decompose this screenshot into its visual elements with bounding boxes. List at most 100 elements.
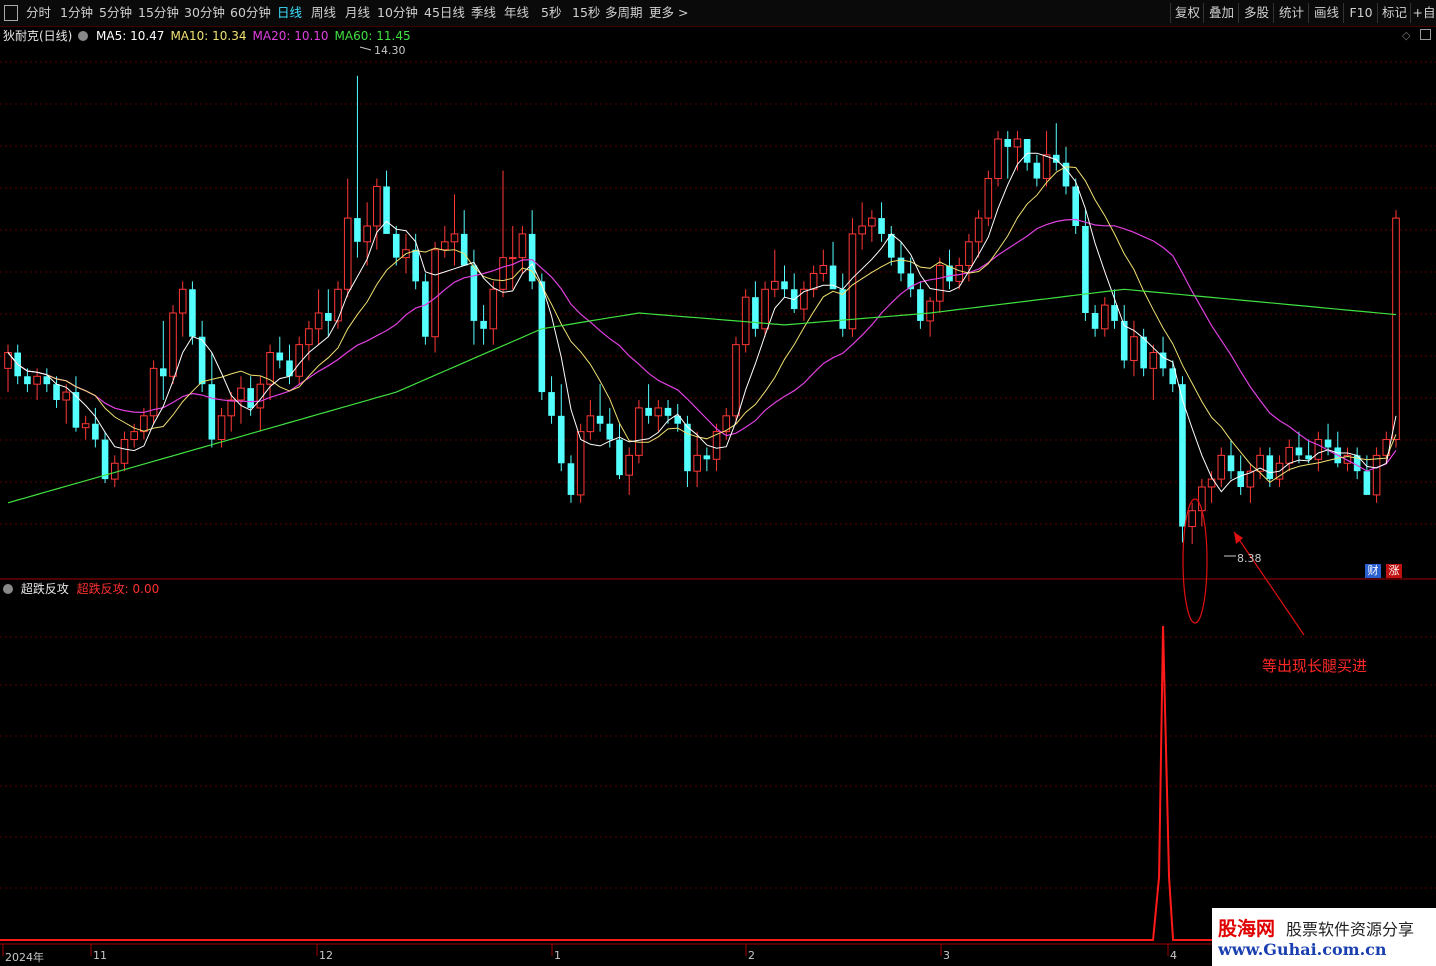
candle-body-up (770, 280, 779, 290)
candle-body-down (354, 218, 361, 242)
candle-body-down (616, 439, 623, 476)
toolbar-button-2[interactable]: 多股 (1238, 3, 1274, 23)
ma-legend-item-0: MA5: 10.47 (96, 29, 165, 43)
candle-body-up (800, 288, 808, 310)
candle-body-up (508, 257, 517, 260)
candle-body-down (247, 388, 254, 408)
diamond-icon[interactable]: ◇ (1402, 29, 1410, 42)
candle-body-down (1140, 336, 1147, 369)
ma-legend-item-3: MA60: 11.45 (334, 29, 411, 43)
candle-body-down (189, 289, 196, 337)
toolbar-button-4[interactable]: 画线 (1308, 3, 1344, 23)
sub-settings-circle-icon[interactable] (3, 584, 13, 594)
candle-body-down (596, 415, 604, 424)
candle-body-up (936, 265, 944, 302)
candle-body-up (1217, 454, 1226, 480)
tab-period-1[interactable]: 1分钟 (60, 4, 93, 22)
candle-body-up (178, 288, 187, 314)
candle-body-up (62, 391, 71, 401)
period-toolbar: 分时 1分钟 5分钟 15分钟 30分钟 60分钟 日线 周线 月线 10分钟 45日线 季线 年线 5秒… (0, 0, 1436, 27)
finance-badge[interactable]: 财 (1365, 564, 1381, 578)
candle-body-up (130, 431, 138, 441)
candle-body-up (227, 399, 236, 417)
tab-period-3[interactable]: 15分钟 (138, 4, 179, 22)
toolbar-button-1[interactable]: 叠加 (1203, 3, 1239, 23)
candle-body-up (809, 272, 818, 290)
tab-period-12[interactable]: 年线 (504, 4, 529, 22)
candle-body-down (208, 384, 216, 440)
expand-icon[interactable] (1420, 29, 1431, 40)
toolbar-button-6[interactable]: 标记 (1377, 3, 1411, 23)
tab-period-16[interactable]: 更多 > (649, 4, 688, 22)
candle-body-up (33, 375, 41, 385)
candle-body-up (868, 217, 876, 227)
low-price-label: 8.38 (1237, 552, 1262, 565)
tab-period-8[interactable]: 月线 (345, 4, 370, 22)
candle-body-up (499, 257, 507, 290)
candle-body-down (383, 186, 390, 234)
candle-body-up (140, 415, 148, 433)
x-axis-label-3: 1 (554, 949, 561, 962)
indicator-line (0, 625, 1436, 941)
tab-period-11[interactable]: 季线 (471, 4, 496, 22)
candle-body-up (1149, 352, 1158, 369)
candle-body-down (24, 376, 31, 385)
indicator-name[interactable]: 超跌反攻 (21, 582, 69, 596)
tab-period-14[interactable]: 15秒 (572, 4, 600, 22)
tab-period-5[interactable]: 60分钟 (230, 4, 271, 22)
candle-body-down (1091, 313, 1099, 329)
ma-legend: MA5: 10.47 MA10: 10.34 MA20: 10.10 MA60: 11… (96, 29, 417, 43)
candle-body-down (548, 392, 555, 416)
toolbar-button-0[interactable]: 复权 (1170, 3, 1204, 23)
candle-body-up (1101, 304, 1109, 330)
limit-up-badge[interactable]: 涨 (1386, 564, 1402, 578)
candle-body-up (1285, 446, 1294, 464)
ma5-line (7, 152, 1397, 493)
candle-body-up (1013, 138, 1022, 148)
indicator-value: 超跌反攻: 0.00 (76, 582, 160, 596)
kline-chart[interactable]: 狄耐克(日线) MA5: 10.47 MA10: 10.34 MA20: 10.10… (0, 26, 1436, 966)
chart-canvas[interactable] (0, 26, 1436, 966)
tab-period-10[interactable]: 45日线 (424, 4, 465, 22)
candle-body-up (450, 233, 459, 243)
candle-body-up (431, 249, 439, 338)
x-axis-label-4: 2 (748, 949, 755, 962)
watermark-url: www.Guhai.com.cn (1218, 940, 1387, 959)
candle-body-down (480, 320, 487, 329)
candle-body-down (392, 233, 400, 258)
tab-period-7[interactable]: 周线 (311, 4, 336, 22)
settings-circle-icon[interactable] (78, 31, 89, 41)
watermark-brand: 股海网 (1218, 918, 1276, 940)
high-price-label: 14.30 (374, 44, 406, 57)
ma-legend-item-1: MA10: 10.34 (170, 29, 247, 43)
candle-body-up (635, 407, 643, 456)
tab-period-6[interactable]: 日线 (277, 4, 302, 22)
tab-period-4[interactable]: 30分钟 (184, 4, 225, 22)
toolbar-button-3[interactable]: 统计 (1273, 3, 1309, 23)
candle-body-up (1198, 486, 1206, 512)
tab-period-2[interactable]: 5分钟 (99, 4, 132, 22)
tab-period-0[interactable]: 分时 (26, 4, 51, 22)
candle-body-up (363, 225, 371, 243)
candle-body-down (1082, 226, 1089, 313)
candle-body-down (664, 407, 672, 416)
candle-body-down (53, 384, 60, 400)
tab-period-9[interactable]: 10分钟 (377, 4, 418, 22)
candle-body-up (625, 454, 634, 476)
candle-body-up (334, 288, 342, 322)
candle-body-down (470, 265, 478, 321)
candle-body-up (343, 217, 352, 290)
candle-body-up (1372, 454, 1381, 496)
tab-period-13[interactable]: 5秒 (541, 4, 561, 22)
toolbar-button-5[interactable]: F10 (1343, 3, 1378, 23)
stock-title[interactable]: 狄耐克(日线) (3, 29, 72, 43)
tab-period-15[interactable]: 多周期 (605, 4, 643, 22)
annotation-text: 等出现长腿买进 (1262, 657, 1368, 675)
candle-body-down (1033, 162, 1041, 179)
candle-body-down (1004, 139, 1012, 147)
sidebar-toggle-icon[interactable] (4, 5, 18, 21)
toolbar-button-7[interactable]: +自 (1410, 3, 1436, 23)
watermark-slogan: 股票软件资源分享 (1286, 920, 1415, 939)
candle-body-down (684, 423, 691, 472)
candle-body-down (198, 336, 206, 385)
